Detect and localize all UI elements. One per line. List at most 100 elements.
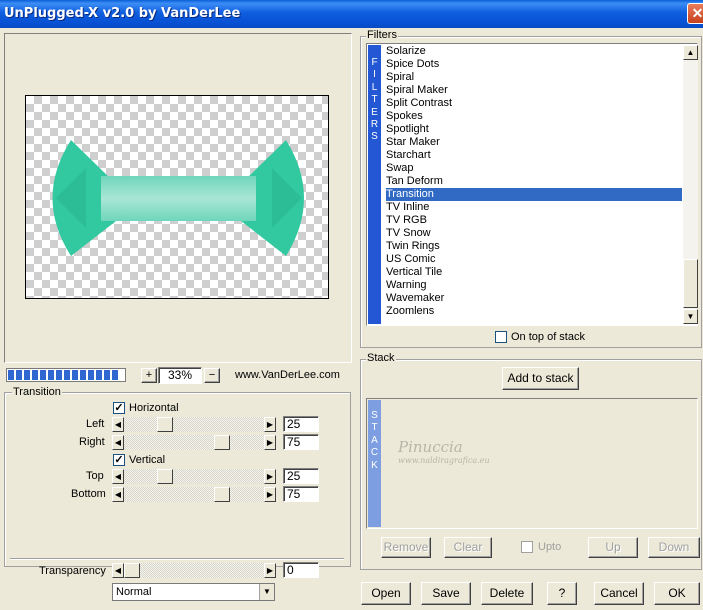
filter-list: Solarize Spice Dots Spiral Spiral Maker Spli…: [366, 45, 682, 324]
clear-button[interactable]: Clear: [444, 537, 492, 558]
top-label: Top: [86, 470, 104, 482]
filter-item[interactable]: US Comic: [386, 253, 682, 266]
zoom-level: 33%: [158, 367, 202, 384]
left-slider-increase-icon[interactable]: ▶: [264, 417, 276, 432]
filter-item[interactable]: Solarize: [386, 45, 682, 58]
filter-item[interactable]: TV RGB: [386, 214, 682, 227]
right-slider-decrease-icon[interactable]: ◀: [112, 435, 124, 450]
save-button[interactable]: Save: [421, 582, 471, 605]
transition-group-label: Transition: [12, 386, 62, 398]
upto-checkbox[interactable]: [521, 541, 533, 553]
plugin-window: UnPlugged-X v2.0 by VanDerLee ✕ + 33% − …: [0, 0, 703, 610]
filter-item[interactable]: Spice Dots: [386, 58, 682, 71]
filter-item[interactable]: Warning: [386, 279, 682, 292]
window-title: UnPlugged-X v2.0 by VanDerLee: [4, 6, 241, 21]
filter-item[interactable]: Starchart: [386, 149, 682, 162]
filter-item[interactable]: Spiral Maker: [386, 84, 682, 97]
filter-item[interactable]: Transition: [386, 188, 682, 201]
bottom-slider[interactable]: ◀ ▶: [112, 487, 276, 502]
filter-item[interactable]: TV Snow: [386, 227, 682, 240]
transparency-track[interactable]: [124, 563, 264, 578]
open-button[interactable]: Open: [361, 582, 411, 605]
shape-bar: [101, 176, 256, 221]
cancel-button[interactable]: Cancel: [594, 582, 644, 605]
transparency-thumb[interactable]: [124, 563, 140, 578]
ok-button[interactable]: OK: [654, 582, 700, 605]
bottom-slider-track[interactable]: [124, 487, 264, 502]
bottom-slider-increase-icon[interactable]: ▶: [264, 487, 276, 502]
divider: [10, 558, 344, 560]
up-button[interactable]: Up: [588, 537, 638, 558]
filter-item[interactable]: Tan Deform: [386, 175, 682, 188]
filter-item[interactable]: Spiral: [386, 71, 682, 84]
blend-mode-value: Normal: [116, 586, 152, 598]
filter-item[interactable]: Star Maker: [386, 136, 682, 149]
left-slider-thumb[interactable]: [157, 417, 173, 432]
left-slider[interactable]: ◀ ▶: [112, 417, 276, 432]
bottom-label: Bottom: [71, 488, 106, 500]
title-bar: UnPlugged-X v2.0 by VanDerLee ✕: [0, 0, 703, 28]
top-slider-decrease-icon[interactable]: ◀: [112, 469, 124, 484]
right-slider-thumb[interactable]: [214, 435, 230, 450]
top-slider-track[interactable]: [124, 469, 264, 484]
vertical-label: Vertical: [129, 454, 166, 466]
transparency-label: Transparency: [39, 565, 106, 577]
left-slider-decrease-icon[interactable]: ◀: [112, 417, 124, 432]
left-label: Left: [86, 418, 105, 430]
zoom-out-button[interactable]: −: [204, 368, 220, 383]
filter-item[interactable]: Spotlight: [386, 123, 682, 136]
on-top-label: On top of stack: [511, 331, 585, 343]
top-value[interactable]: 25: [283, 468, 319, 484]
filter-item[interactable]: Vertical Tile: [386, 266, 682, 279]
left-value[interactable]: 25: [283, 416, 319, 432]
right-slider-track[interactable]: [124, 435, 264, 450]
filters-group-label: Filters: [366, 29, 398, 41]
filters-scrollbar[interactable]: ▲ ▼: [683, 45, 698, 324]
watermark: Pinuccia www.naldiragrafica.eu: [398, 438, 508, 482]
left-slider-track[interactable]: [124, 417, 264, 432]
delete-button[interactable]: Delete: [481, 582, 533, 605]
transparency-increase-icon[interactable]: ▶: [264, 563, 276, 578]
filter-item[interactable]: Split Contrast: [386, 97, 682, 110]
horizontal-label: Horizontal: [129, 402, 179, 414]
blend-mode-select[interactable]: Normal ▼: [112, 583, 275, 601]
stack-side-label: STACK: [368, 400, 381, 527]
right-slider-increase-icon[interactable]: ▶: [264, 435, 276, 450]
remove-button[interactable]: Remove: [381, 537, 431, 558]
filter-item[interactable]: Swap: [386, 162, 682, 175]
transparency-decrease-icon[interactable]: ◀: [112, 563, 124, 578]
scroll-down-icon[interactable]: ▼: [683, 309, 698, 324]
bottom-slider-decrease-icon[interactable]: ◀: [112, 487, 124, 502]
add-to-stack-button[interactable]: Add to stack: [502, 367, 579, 390]
scroll-up-icon[interactable]: ▲: [683, 45, 698, 60]
watermark-name: Pinuccia: [398, 438, 463, 456]
scroll-thumb[interactable]: [683, 259, 698, 308]
stack-group-label: Stack: [366, 352, 396, 364]
top-slider-thumb[interactable]: [157, 469, 173, 484]
filter-item[interactable]: TV Inline: [386, 201, 682, 214]
upto-label: Upto: [538, 541, 562, 553]
website-link[interactable]: www.VanDerLee.com: [235, 369, 340, 381]
bottom-value[interactable]: 75: [283, 486, 319, 502]
close-button[interactable]: ✕: [687, 3, 703, 24]
vertical-checkbox[interactable]: ✓: [113, 454, 125, 466]
chevron-down-icon[interactable]: ▼: [259, 584, 274, 600]
bottom-slider-thumb[interactable]: [214, 487, 230, 502]
transparency-value[interactable]: 0: [283, 562, 319, 578]
filter-item[interactable]: Zoomlens: [386, 305, 682, 318]
filter-item[interactable]: Wavemaker: [386, 292, 682, 305]
top-slider[interactable]: ◀ ▶: [112, 469, 276, 484]
filter-item[interactable]: Twin Rings: [386, 240, 682, 253]
filter-item[interactable]: Spokes: [386, 110, 682, 123]
transparency-slider[interactable]: ◀ ▶: [112, 563, 276, 578]
top-slider-increase-icon[interactable]: ▶: [264, 469, 276, 484]
progress-bar: [6, 368, 126, 382]
preview-canvas: [25, 95, 329, 299]
on-top-checkbox[interactable]: [495, 331, 507, 343]
horizontal-checkbox[interactable]: ✓: [113, 402, 125, 414]
help-button[interactable]: ?: [547, 582, 577, 605]
right-slider[interactable]: ◀ ▶: [112, 435, 276, 450]
down-button[interactable]: Down: [648, 537, 700, 558]
zoom-in-button[interactable]: +: [141, 368, 157, 383]
right-value[interactable]: 75: [283, 434, 319, 450]
